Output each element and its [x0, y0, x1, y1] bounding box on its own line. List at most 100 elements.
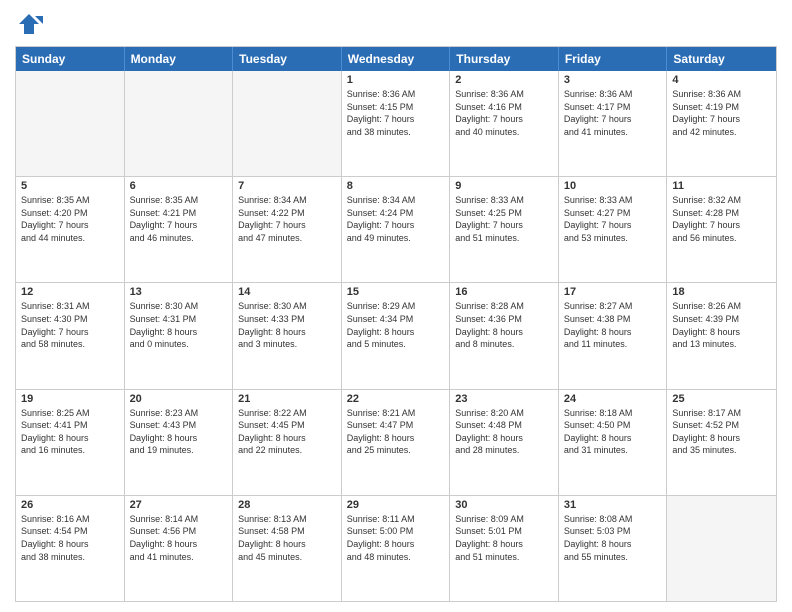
day-number: 22 — [347, 393, 445, 405]
cell-info: Sunrise: 8:26 AMSunset: 4:39 PMDaylight:… — [672, 300, 771, 350]
day-number: 1 — [347, 74, 445, 86]
cell-info: Sunrise: 8:35 AMSunset: 4:21 PMDaylight:… — [130, 194, 228, 244]
calendar-cell: 12 Sunrise: 8:31 AMSunset: 4:30 PMDayligh… — [16, 283, 125, 388]
calendar-cell: 10 Sunrise: 8:33 AMSunset: 4:27 PMDayligh… — [559, 177, 668, 282]
cell-info: Sunrise: 8:23 AMSunset: 4:43 PMDaylight:… — [130, 407, 228, 457]
calendar-cell: 19Sunrise: 8:25 AMSunset: 4:41 PMDayligh… — [16, 390, 125, 495]
calendar-cell: 13Sunrise: 8:30 AMSunset: 4:31 PMDayligh… — [125, 283, 234, 388]
cell-info: Sunrise: 8:20 AMSunset: 4:48 PMDaylight:… — [455, 407, 553, 457]
cell-info: Sunrise: 8:36 AMSunset: 4:17 PMDaylight:… — [564, 88, 662, 138]
day-number: 2 — [455, 74, 553, 86]
calendar-header-friday: Friday — [559, 47, 668, 71]
day-number: 7 — [238, 180, 336, 192]
day-number: 29 — [347, 499, 445, 511]
cell-info: Sunrise: 8:34 AMSunset: 4:24 PMDaylight:… — [347, 194, 445, 244]
cell-info: Sunrise: 8:09 AMSunset: 5:01 PMDaylight:… — [455, 513, 553, 563]
calendar-row-0: 1 Sunrise: 8:36 AMSunset: 4:15 PMDaylight… — [16, 71, 776, 177]
cell-info: Sunrise: 8:13 AMSunset: 4:58 PMDaylight:… — [238, 513, 336, 563]
cell-info: Sunrise: 8:29 AMSunset: 4:34 PMDaylight:… — [347, 300, 445, 350]
calendar-row-4: 26 Sunrise: 8:16 AMSunset: 4:54 PMDayligh… — [16, 496, 776, 601]
cell-info: Sunrise: 8:32 AMSunset: 4:28 PMDaylight:… — [672, 194, 771, 244]
cell-info: Sunrise: 8:36 AMSunset: 4:19 PMDaylight:… — [672, 88, 771, 138]
calendar-cell: 31 Sunrise: 8:08 AMSunset: 5:03 PMDayligh… — [559, 496, 668, 601]
day-number: 31 — [564, 499, 662, 511]
cell-info: Sunrise: 8:22 AMSunset: 4:45 PMDaylight:… — [238, 407, 336, 457]
calendar-cell — [667, 496, 776, 601]
cell-info: Sunrise: 8:25 AMSunset: 4:41 PMDaylight:… — [21, 407, 119, 457]
cell-info: Sunrise: 8:33 AMSunset: 4:25 PMDaylight:… — [455, 194, 553, 244]
calendar-cell: 6 Sunrise: 8:35 AMSunset: 4:21 PMDaylight… — [125, 177, 234, 282]
calendar-cell: 29 Sunrise: 8:11 AMSunset: 5:00 PMDayligh… — [342, 496, 451, 601]
calendar-cell: 3 Sunrise: 8:36 AMSunset: 4:17 PMDaylight… — [559, 71, 668, 176]
day-number: 30 — [455, 499, 553, 511]
day-number: 6 — [130, 180, 228, 192]
calendar-cell: 5 Sunrise: 8:35 AMSunset: 4:20 PMDaylight… — [16, 177, 125, 282]
day-number: 13 — [130, 286, 228, 298]
day-number: 28 — [238, 499, 336, 511]
day-number: 17 — [564, 286, 662, 298]
logo-icon — [15, 10, 43, 38]
day-number: 5 — [21, 180, 119, 192]
day-number: 15 — [347, 286, 445, 298]
day-number: 21 — [238, 393, 336, 405]
cell-info: Sunrise: 8:35 AMSunset: 4:20 PMDaylight:… — [21, 194, 119, 244]
calendar-cell: 18Sunrise: 8:26 AMSunset: 4:39 PMDayligh… — [667, 283, 776, 388]
calendar-cell: 16 Sunrise: 8:28 AMSunset: 4:36 PMDayligh… — [450, 283, 559, 388]
day-number: 3 — [564, 74, 662, 86]
calendar-cell: 2 Sunrise: 8:36 AMSunset: 4:16 PMDaylight… — [450, 71, 559, 176]
day-number: 26 — [21, 499, 119, 511]
cell-info: Sunrise: 8:08 AMSunset: 5:03 PMDaylight:… — [564, 513, 662, 563]
day-number: 9 — [455, 180, 553, 192]
calendar: SundayMondayTuesdayWednesdayThursdayFrid… — [15, 46, 777, 602]
calendar-cell: 30 Sunrise: 8:09 AMSunset: 5:01 PMDayligh… — [450, 496, 559, 601]
cell-info: Sunrise: 8:36 AMSunset: 4:15 PMDaylight:… — [347, 88, 445, 138]
cell-info: Sunrise: 8:34 AMSunset: 4:22 PMDaylight:… — [238, 194, 336, 244]
calendar-cell: 23Sunrise: 8:20 AMSunset: 4:48 PMDayligh… — [450, 390, 559, 495]
calendar-cell: 14Sunrise: 8:30 AMSunset: 4:33 PMDayligh… — [233, 283, 342, 388]
cell-info: Sunrise: 8:14 AMSunset: 4:56 PMDaylight:… — [130, 513, 228, 563]
cell-info: Sunrise: 8:16 AMSunset: 4:54 PMDaylight:… — [21, 513, 119, 563]
calendar-cell: 8 Sunrise: 8:34 AMSunset: 4:24 PMDaylight… — [342, 177, 451, 282]
calendar-cell — [233, 71, 342, 176]
calendar-cell: 7 Sunrise: 8:34 AMSunset: 4:22 PMDaylight… — [233, 177, 342, 282]
calendar-cell: 24 Sunrise: 8:18 AMSunset: 4:50 PMDayligh… — [559, 390, 668, 495]
cell-info: Sunrise: 8:36 AMSunset: 4:16 PMDaylight:… — [455, 88, 553, 138]
calendar-header: SundayMondayTuesdayWednesdayThursdayFrid… — [16, 47, 776, 71]
calendar-cell: 22Sunrise: 8:21 AMSunset: 4:47 PMDayligh… — [342, 390, 451, 495]
day-number: 8 — [347, 180, 445, 192]
day-number: 4 — [672, 74, 771, 86]
logo — [15, 10, 47, 38]
calendar-cell: 15 Sunrise: 8:29 AMSunset: 4:34 PMDayligh… — [342, 283, 451, 388]
calendar-cell: 1 Sunrise: 8:36 AMSunset: 4:15 PMDaylight… — [342, 71, 451, 176]
cell-info: Sunrise: 8:28 AMSunset: 4:36 PMDaylight:… — [455, 300, 553, 350]
calendar-cell: 25Sunrise: 8:17 AMSunset: 4:52 PMDayligh… — [667, 390, 776, 495]
calendar-row-3: 19Sunrise: 8:25 AMSunset: 4:41 PMDayligh… — [16, 390, 776, 496]
day-number: 11 — [672, 180, 771, 192]
calendar-header-tuesday: Tuesday — [233, 47, 342, 71]
calendar-header-wednesday: Wednesday — [342, 47, 451, 71]
cell-info: Sunrise: 8:31 AMSunset: 4:30 PMDaylight:… — [21, 300, 119, 350]
calendar-cell: 17 Sunrise: 8:27 AMSunset: 4:38 PMDayligh… — [559, 283, 668, 388]
calendar-cell — [125, 71, 234, 176]
day-number: 16 — [455, 286, 553, 298]
day-number: 10 — [564, 180, 662, 192]
calendar-header-sunday: Sunday — [16, 47, 125, 71]
calendar-cell: 11 Sunrise: 8:32 AMSunset: 4:28 PMDayligh… — [667, 177, 776, 282]
calendar-cell: 20Sunrise: 8:23 AMSunset: 4:43 PMDayligh… — [125, 390, 234, 495]
day-number: 24 — [564, 393, 662, 405]
cell-info: Sunrise: 8:17 AMSunset: 4:52 PMDaylight:… — [672, 407, 771, 457]
calendar-cell: 4 Sunrise: 8:36 AMSunset: 4:19 PMDaylight… — [667, 71, 776, 176]
day-number: 27 — [130, 499, 228, 511]
calendar-cell: 26 Sunrise: 8:16 AMSunset: 4:54 PMDayligh… — [16, 496, 125, 601]
cell-info: Sunrise: 8:27 AMSunset: 4:38 PMDaylight:… — [564, 300, 662, 350]
cell-info: Sunrise: 8:11 AMSunset: 5:00 PMDaylight:… — [347, 513, 445, 563]
cell-info: Sunrise: 8:18 AMSunset: 4:50 PMDaylight:… — [564, 407, 662, 457]
page: SundayMondayTuesdayWednesdayThursdayFrid… — [0, 0, 792, 612]
day-number: 12 — [21, 286, 119, 298]
cell-info: Sunrise: 8:30 AMSunset: 4:33 PMDaylight:… — [238, 300, 336, 350]
calendar-cell: 27 Sunrise: 8:14 AMSunset: 4:56 PMDayligh… — [125, 496, 234, 601]
cell-info: Sunrise: 8:33 AMSunset: 4:27 PMDaylight:… — [564, 194, 662, 244]
calendar-cell: 21 Sunrise: 8:22 AMSunset: 4:45 PMDayligh… — [233, 390, 342, 495]
header — [15, 10, 777, 38]
calendar-cell: 9 Sunrise: 8:33 AMSunset: 4:25 PMDaylight… — [450, 177, 559, 282]
